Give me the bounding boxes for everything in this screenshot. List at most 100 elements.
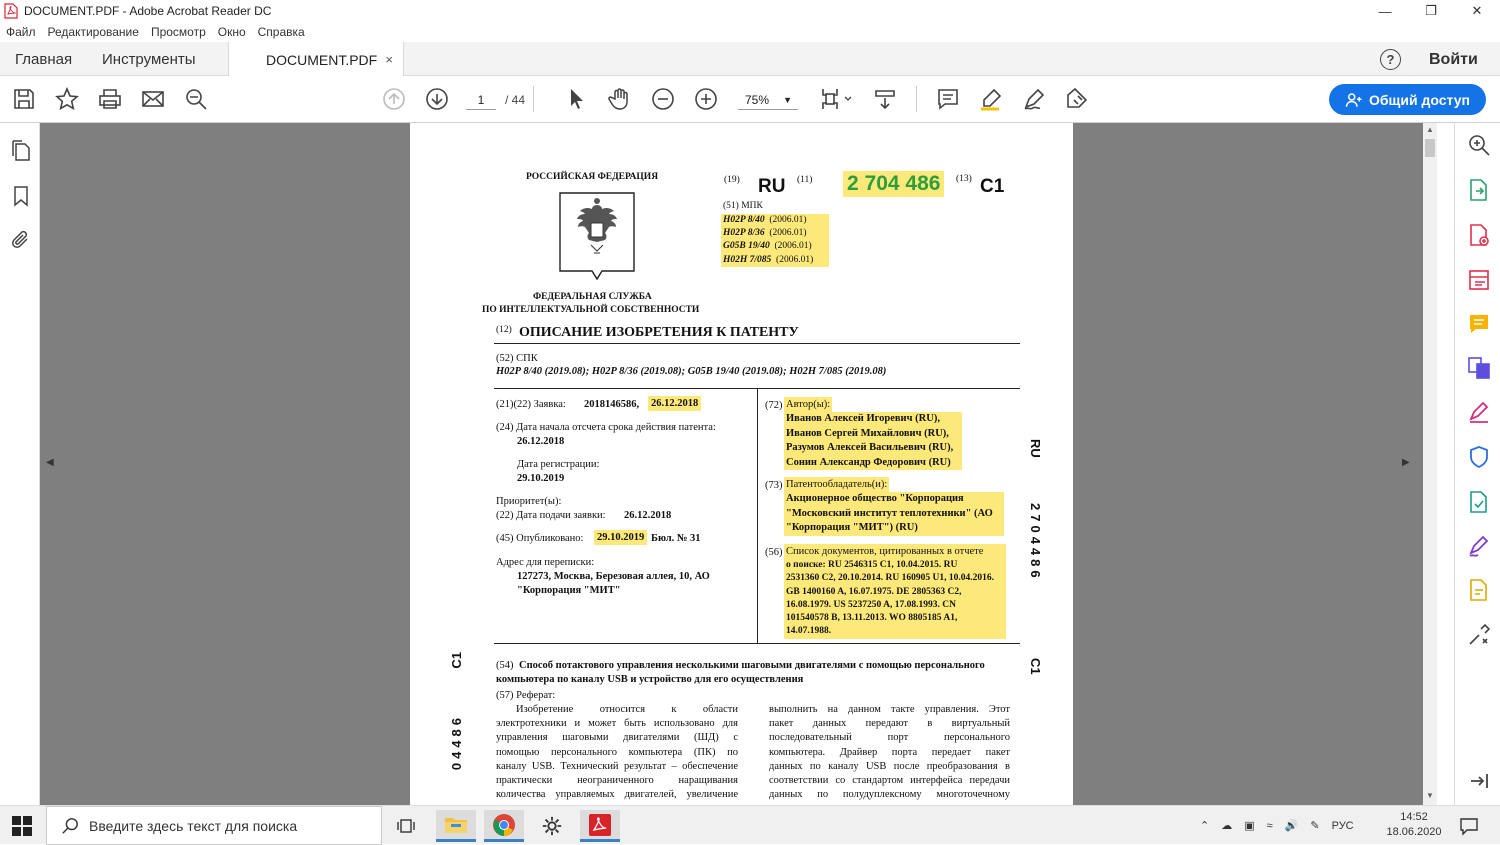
email-icon[interactable]	[140, 86, 166, 112]
input-language-indicator[interactable]: РУС	[1332, 820, 1354, 832]
taskbar-search-box[interactable]: Введите здесь текст для поиска	[46, 806, 382, 845]
file-explorer-icon[interactable]	[436, 810, 476, 842]
scroll-down-icon[interactable]: ▼	[1426, 791, 1434, 800]
registration-label: Дата регистрации:	[517, 459, 600, 470]
save-icon[interactable]	[11, 86, 37, 112]
system-tray: ⌃ ☁ ▣ ≈ 🔊 ✎ РУС	[1200, 806, 1354, 845]
select-cursor-icon[interactable]	[564, 86, 590, 112]
maximize-button[interactable]: ❐	[1408, 0, 1454, 22]
combine-files-icon[interactable]	[1467, 356, 1491, 380]
onedrive-cloud-icon[interactable]: ☁	[1221, 819, 1232, 832]
side-patent-number: 2704486	[1028, 503, 1043, 582]
login-button[interactable]: Войти	[1429, 51, 1478, 69]
vertical-scrollbar[interactable]: ▲ ▼	[1423, 123, 1437, 805]
toolbar-divider	[533, 86, 534, 112]
sign-pen-icon[interactable]	[1467, 534, 1491, 558]
share-button-label: Общий доступ	[1369, 91, 1470, 108]
menu-view[interactable]: Просмотр	[151, 25, 206, 39]
collapse-tools-icon[interactable]	[1467, 769, 1491, 793]
scroll-mode-icon[interactable]	[872, 86, 898, 112]
close-window-button[interactable]: ✕	[1454, 0, 1500, 22]
references-label: Список документов, цитированных в отчете	[784, 544, 1006, 559]
create-pdf-icon[interactable]	[1467, 223, 1491, 247]
network-icon[interactable]: ▣	[1244, 819, 1254, 832]
page-fit-icon[interactable]	[818, 86, 856, 112]
chevron-up-icon[interactable]: ⌃	[1200, 819, 1209, 832]
page-total: / 44	[505, 93, 526, 107]
notification-center-icon[interactable]	[1459, 816, 1479, 836]
tab-tools[interactable]: Инструменты	[102, 42, 196, 76]
zoom-in-icon[interactable]	[693, 86, 719, 112]
fill-sign-icon[interactable]	[1467, 400, 1491, 424]
help-icon[interactable]: ?	[1380, 49, 1401, 70]
comment-tool-icon[interactable]	[1467, 312, 1491, 336]
windows-start-icon[interactable]	[12, 816, 32, 836]
sign-stamp-icon[interactable]	[1064, 86, 1090, 112]
column-divider	[757, 389, 758, 643]
federation-heading: РОССИЙСКАЯ ФЕДЕРАЦИЯ	[526, 172, 659, 182]
share-button[interactable]: Общий доступ	[1329, 84, 1486, 115]
page-number-input[interactable]: 1	[466, 90, 496, 110]
right-tools-panel	[1454, 123, 1500, 805]
code-19: (19)	[724, 175, 740, 185]
tab-document[interactable]: DOCUMENT.PDF ×	[228, 42, 404, 77]
zoom-out-icon[interactable]	[650, 86, 676, 112]
author-name: Иванов Сергей Михайлович (RU),	[784, 426, 962, 441]
owner-code: (73)	[765, 480, 783, 491]
menu-window[interactable]: Окно	[218, 25, 246, 39]
wifi-icon[interactable]: ≈	[1267, 820, 1273, 832]
bookmarks-icon[interactable]	[10, 185, 32, 207]
reference-line: 16.08.1979. US 5237250 A, 17.08.1993. CN	[784, 598, 1006, 613]
abstract-label: (57) Реферат:	[496, 690, 556, 701]
menu-edit[interactable]: Редактирование	[48, 25, 139, 39]
attachments-icon[interactable]	[10, 229, 32, 251]
more-tools-icon[interactable]	[1467, 623, 1491, 647]
search-tools-icon[interactable]	[1467, 133, 1491, 157]
code-11: (11)	[797, 175, 813, 185]
system-clock[interactable]: 14:52 18.06.2020	[1384, 810, 1444, 840]
authors-code: (72)	[765, 400, 783, 411]
owner-line: Акционерное общество "Корпорация	[784, 492, 1004, 507]
prepare-form-icon[interactable]	[1467, 578, 1491, 602]
spk-values: H02P 8/40 (2019.08); H02P 8/36 (2019.08)…	[496, 366, 887, 377]
print-icon[interactable]	[97, 86, 123, 112]
reference-line: 14.07.1988.	[784, 625, 1006, 639]
protect-shield-icon[interactable]	[1467, 445, 1491, 469]
send-for-signature-icon[interactable]	[1467, 490, 1491, 514]
acrobat-reader-icon[interactable]	[580, 810, 620, 842]
abstract-left-column: Изобретение относится к области электрот…	[496, 704, 738, 801]
previous-page-icon[interactable]	[381, 86, 407, 112]
settings-gear-icon[interactable]	[532, 810, 572, 842]
menu-help[interactable]: Справка	[258, 25, 305, 39]
pen-input-icon[interactable]: ✎	[1310, 819, 1319, 832]
published-date: 29.10.2019	[594, 530, 648, 545]
chrome-icon[interactable]	[484, 810, 524, 842]
comment-icon[interactable]	[935, 86, 961, 112]
tab-home[interactable]: Главная	[15, 42, 72, 76]
close-tab-icon[interactable]: ×	[385, 52, 393, 67]
scroll-up-icon[interactable]: ▲	[1426, 125, 1434, 134]
side-country-code: RU	[1028, 439, 1043, 458]
code-12: (12)	[496, 325, 512, 335]
application-label: (21)(22) Заявка:	[496, 399, 566, 410]
search-zoom-icon[interactable]	[183, 86, 209, 112]
scrollbar-thumb[interactable]	[1425, 139, 1435, 157]
collapse-left-panel-icon[interactable]: ◀	[46, 457, 54, 468]
draw-pen-icon[interactable]	[1021, 86, 1047, 112]
collapse-right-panel-icon[interactable]: ▶	[1402, 457, 1410, 468]
next-page-icon[interactable]	[424, 86, 450, 112]
zoom-level-select[interactable]: 75% ▼	[738, 90, 798, 110]
highlighter-icon[interactable]	[978, 86, 1004, 112]
hand-tool-icon[interactable]	[607, 86, 633, 112]
export-pdf-icon[interactable]	[1467, 178, 1491, 202]
minimize-button[interactable]: —	[1362, 0, 1408, 22]
address-line-2: "Корпорация "МИТ"	[517, 585, 621, 596]
volume-icon[interactable]: 🔊	[1285, 819, 1299, 832]
edit-pdf-icon[interactable]	[1467, 268, 1491, 292]
document-viewer[interactable]: ◀ ▶ РОССИЙСКАЯ ФЕДЕРАЦИЯ (19) RU (11) 2 …	[40, 123, 1423, 805]
menu-file[interactable]: Файл	[6, 25, 36, 39]
page-thumbnails-icon[interactable]	[10, 140, 32, 162]
task-view-icon[interactable]	[386, 810, 426, 842]
taskbar-search-placeholder: Введите здесь текст для поиска	[89, 817, 298, 834]
star-icon[interactable]	[54, 86, 80, 112]
